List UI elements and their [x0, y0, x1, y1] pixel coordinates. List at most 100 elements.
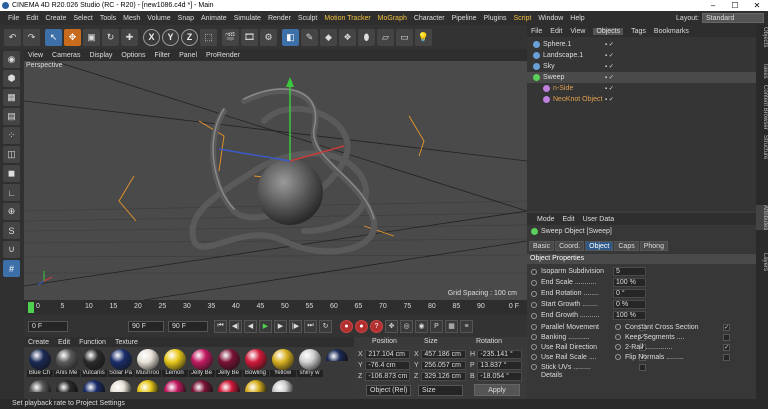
viewport-menu-options[interactable]: Options — [121, 52, 145, 59]
end-frame-field[interactable]: 90 F — [168, 320, 208, 332]
visibility-toggle[interactable]: ▪ ✓ — [605, 85, 614, 92]
menu-help[interactable]: Help — [570, 15, 584, 22]
rotation-field[interactable]: -18.054 ° — [477, 371, 522, 381]
floor-icon[interactable]: ▱ — [377, 28, 394, 46]
material-menu-function[interactable]: Function — [79, 339, 106, 346]
array-icon[interactable]: ❖ — [339, 28, 356, 46]
grid-icon[interactable]: # — [3, 260, 20, 277]
object-tab-objects[interactable]: Objects — [593, 27, 624, 35]
transform-tool-icon[interactable]: ✚ — [121, 28, 138, 46]
keyframe-selection-icon[interactable]: ? — [370, 319, 383, 333]
material-swatch[interactable]: Yellow — [269, 349, 296, 377]
material-swatch-row2[interactable] — [53, 380, 80, 394]
animate-dot-icon[interactable] — [615, 324, 621, 330]
animate-dot-icon[interactable] — [531, 344, 537, 350]
details-section[interactable]: Details — [541, 372, 562, 379]
maximize-button[interactable]: ☐ — [724, 0, 746, 11]
record-icon[interactable]: ● — [340, 319, 353, 333]
material-swatch[interactable]: Solar Pa — [107, 349, 134, 377]
magnet-icon[interactable]: ∪ — [3, 241, 20, 258]
layout-dropdown[interactable]: Standard — [702, 13, 764, 23]
position-field[interactable]: -106.873 cm — [365, 371, 410, 381]
apply-button[interactable]: Apply — [474, 384, 520, 396]
material-swatch-row2[interactable] — [26, 380, 53, 394]
animate-dot-icon[interactable] — [531, 301, 537, 308]
make-editable-icon[interactable]: ◉ — [3, 51, 20, 68]
material-swatch-row2[interactable] — [242, 380, 269, 394]
param-key-icon[interactable]: P — [430, 319, 443, 333]
move-key-icon[interactable]: ✥ — [385, 319, 398, 333]
material-swatch[interactable]: Jelly Be — [188, 349, 215, 377]
timeline-menu-icon[interactable]: ≡ — [460, 319, 473, 333]
material-swatch[interactable]: Anis Me — [53, 349, 80, 377]
menu-volume[interactable]: Volume — [147, 15, 170, 22]
menu-mesh[interactable]: Mesh — [123, 15, 140, 22]
render-view-icon[interactable]: 🎬 — [222, 28, 239, 46]
animate-dot-icon[interactable] — [615, 334, 621, 340]
property-field[interactable]: 100 % — [613, 278, 646, 287]
attribute-tab-basic[interactable]: Basic — [529, 241, 555, 251]
viewport-menu-cameras[interactable]: Cameras — [52, 52, 80, 59]
menu-create[interactable]: Create — [45, 15, 66, 22]
playhead-marker[interactable] — [28, 302, 34, 313]
preview-end-field[interactable]: 90 F — [128, 320, 164, 332]
material-swatch[interactable]: Jelly Be — [215, 349, 242, 377]
animate-dot-icon[interactable] — [615, 354, 621, 360]
material-swatch-row2[interactable] — [323, 349, 350, 363]
object-tab-edit[interactable]: Edit — [550, 28, 562, 35]
close-button[interactable]: ✕ — [746, 0, 768, 11]
checkbox[interactable] — [723, 333, 730, 341]
material-menu-texture[interactable]: Texture — [115, 339, 138, 346]
side-tab-content-browser[interactable]: Content Browser — [756, 85, 768, 130]
menu-sculpt[interactable]: Sculpt — [298, 15, 317, 22]
autokey-icon[interactable]: ● — [355, 319, 368, 333]
camera-icon[interactable]: ▭ — [396, 28, 413, 46]
rotation-field[interactable]: -235.141 ° — [477, 349, 522, 359]
object-row[interactable]: NeoKnot Object ▪ ✓ — [527, 94, 756, 105]
material-swatch-row2[interactable] — [134, 380, 161, 394]
animate-dot-icon[interactable] — [531, 279, 537, 286]
size-mode-dropdown[interactable]: Size — [418, 385, 463, 396]
material-swatch[interactable]: Lemon — [161, 349, 188, 377]
previous-key-icon[interactable]: ◀| — [229, 319, 242, 333]
next-frame-icon[interactable]: ▶ — [274, 319, 287, 333]
menu-tools[interactable]: Tools — [100, 15, 116, 22]
property-field[interactable]: 100 % — [613, 311, 646, 320]
material-swatch-row2[interactable] — [215, 380, 242, 394]
animate-dot-icon[interactable] — [615, 344, 621, 350]
menu-character[interactable]: Character — [414, 15, 445, 22]
visibility-toggle[interactable]: ▪ ✓ — [605, 41, 614, 48]
animate-dot-icon[interactable] — [531, 354, 537, 360]
side-tab-layers[interactable]: Layers — [756, 253, 768, 271]
menu-animate[interactable]: Animate — [201, 15, 227, 22]
pen-icon[interactable]: ✎ — [301, 28, 318, 46]
side-tab-objects[interactable]: Objects — [756, 27, 768, 47]
cube-icon[interactable]: ◧ — [282, 28, 299, 46]
viewport-menu-view[interactable]: View — [28, 52, 43, 59]
object-row[interactable]: Sphere.1 ▪ ✓ — [527, 39, 756, 50]
material-swatch-row2[interactable] — [107, 380, 134, 394]
visibility-toggle[interactable]: ▪ ✓ — [605, 52, 614, 59]
timeline-ruler[interactable]: 0 5 10 15 20 25 30 35 40 45 50 55 60 65 70 75 80 85 90 0 F — [24, 300, 527, 315]
animate-dot-icon[interactable] — [531, 324, 537, 330]
minimize-button[interactable]: – — [702, 0, 724, 11]
attribute-tab-caps[interactable]: Caps — [614, 241, 639, 251]
play-icon[interactable]: ▶ — [259, 319, 272, 333]
viewport-menu-display[interactable]: Display — [89, 52, 112, 59]
material-swatch[interactable]: Bowling — [242, 349, 269, 377]
attribute-tab-phong[interactable]: Phong — [639, 241, 668, 251]
x-axis-icon[interactable]: X — [143, 28, 160, 46]
position-field[interactable]: 217.104 cm — [365, 349, 410, 359]
menu-file[interactable]: File — [8, 15, 19, 22]
edges-mode-icon[interactable]: ◫ — [3, 146, 20, 163]
object-tab-bookmarks[interactable]: Bookmarks — [654, 28, 689, 35]
object-tab-file[interactable]: File — [531, 28, 542, 35]
move-tool-icon[interactable]: ✥ — [64, 28, 81, 46]
material-swatch-row2[interactable] — [269, 380, 296, 394]
property-field[interactable]: 0 % — [613, 300, 646, 309]
position-field[interactable]: -76.4 cm — [365, 360, 410, 370]
side-tab-structure[interactable]: Structure — [756, 135, 768, 159]
menu-snap[interactable]: Snap — [178, 15, 194, 22]
material-menu-edit[interactable]: Edit — [58, 339, 70, 346]
material-swatch-row2[interactable] — [80, 380, 107, 394]
